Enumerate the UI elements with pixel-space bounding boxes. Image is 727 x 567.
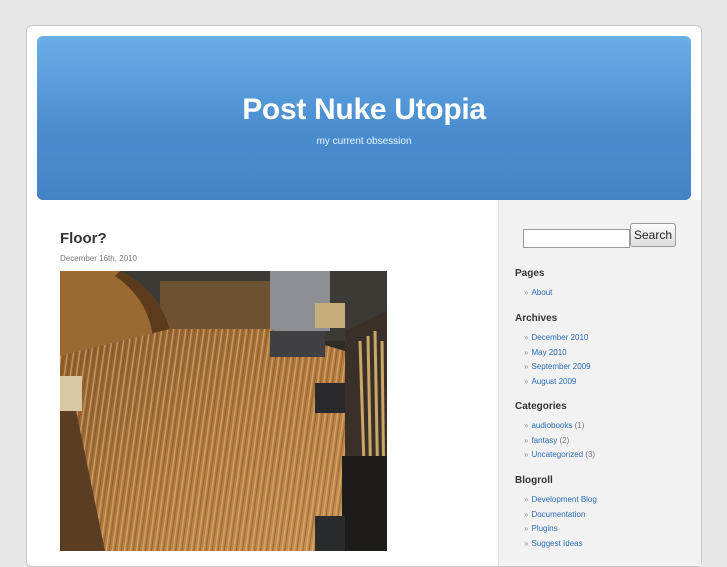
list-item[interactable]: » fantasy (2) xyxy=(524,434,595,449)
page-container: Post Nuke Utopia my current obsession Fl… xyxy=(26,25,702,567)
bullet-icon: » xyxy=(524,376,529,386)
blogroll-heading: Blogroll xyxy=(515,475,553,486)
search-input[interactable] xyxy=(523,229,630,248)
list-item[interactable]: » Suggest Ideas xyxy=(524,537,597,552)
floor-photo-image xyxy=(60,271,387,551)
list-item[interactable]: » December 2010 xyxy=(524,331,591,346)
bullet-icon: » xyxy=(524,362,529,372)
list-item[interactable]: » audiobooks (1) xyxy=(524,419,595,434)
list-item[interactable]: » May 2010 xyxy=(524,346,591,361)
archive-link[interactable]: December 2010 xyxy=(531,333,588,342)
page-link-about[interactable]: About xyxy=(531,288,552,297)
list-item[interactable]: » August 2009 xyxy=(524,375,591,390)
blogroll-widget: Blogroll » Development Blog » Documentatio… xyxy=(515,475,597,551)
blog-header: Post Nuke Utopia my current obsession xyxy=(37,36,691,200)
bullet-icon: » xyxy=(524,538,529,548)
archives-widget: Archives » December 2010 » May 2010 » Septe… xyxy=(515,313,591,389)
bullet-icon: » xyxy=(524,333,529,342)
archives-heading: Archives xyxy=(515,313,558,324)
bullet-icon: » xyxy=(524,509,529,519)
post-photo xyxy=(60,271,387,551)
archive-link[interactable]: May 2010 xyxy=(531,348,566,357)
categories-heading: Categories xyxy=(515,401,567,412)
bullet-icon: » xyxy=(524,450,529,460)
post-title[interactable]: Floor? xyxy=(60,230,460,247)
list-item[interactable]: » September 2009 xyxy=(524,360,591,375)
blogroll-link[interactable]: Plugins xyxy=(531,524,557,533)
archive-link[interactable]: September 2009 xyxy=(531,362,590,371)
blogroll-link[interactable]: Suggest Ideas xyxy=(531,539,582,548)
blog-title[interactable]: Post Nuke Utopia xyxy=(37,93,691,127)
sidebar: Search Pages » About Archives » December 2… xyxy=(498,200,701,566)
blogroll-link[interactable]: Documentation xyxy=(531,510,585,519)
archive-link[interactable]: August 2009 xyxy=(531,377,576,386)
category-count: (2) xyxy=(559,435,570,445)
blog-description: my current obsession xyxy=(316,136,412,147)
search-button[interactable]: Search xyxy=(630,223,676,247)
blogroll-link[interactable]: Development Blog xyxy=(531,495,596,504)
bullet-icon: » xyxy=(524,495,529,504)
bullet-icon: » xyxy=(524,421,529,430)
list-item[interactable]: » Plugins xyxy=(524,522,597,537)
category-count: (3) xyxy=(585,450,596,460)
bullet-icon: » xyxy=(524,347,529,357)
post: Floor? December 16th, 2010 xyxy=(60,230,460,551)
category-link[interactable]: audiobooks xyxy=(531,421,572,430)
post-date: December 16th, 2010 xyxy=(60,254,137,263)
bullet-icon: » xyxy=(524,288,529,297)
pages-widget: Pages » About xyxy=(515,268,552,301)
pages-heading: Pages xyxy=(515,268,545,279)
category-link[interactable]: fantasy xyxy=(531,436,557,445)
category-link[interactable]: Uncategorized xyxy=(531,450,583,459)
list-item[interactable]: » Documentation xyxy=(524,508,597,523)
bullet-icon: » xyxy=(524,435,529,445)
list-item[interactable]: » Uncategorized (3) xyxy=(524,448,595,463)
categories-widget: Categories » audiobooks (1) » fantasy (2) … xyxy=(515,401,595,463)
bullet-icon: » xyxy=(524,524,529,534)
list-item[interactable]: » About xyxy=(524,286,552,301)
category-count: (1) xyxy=(574,421,585,430)
list-item[interactable]: » Development Blog xyxy=(524,493,597,508)
